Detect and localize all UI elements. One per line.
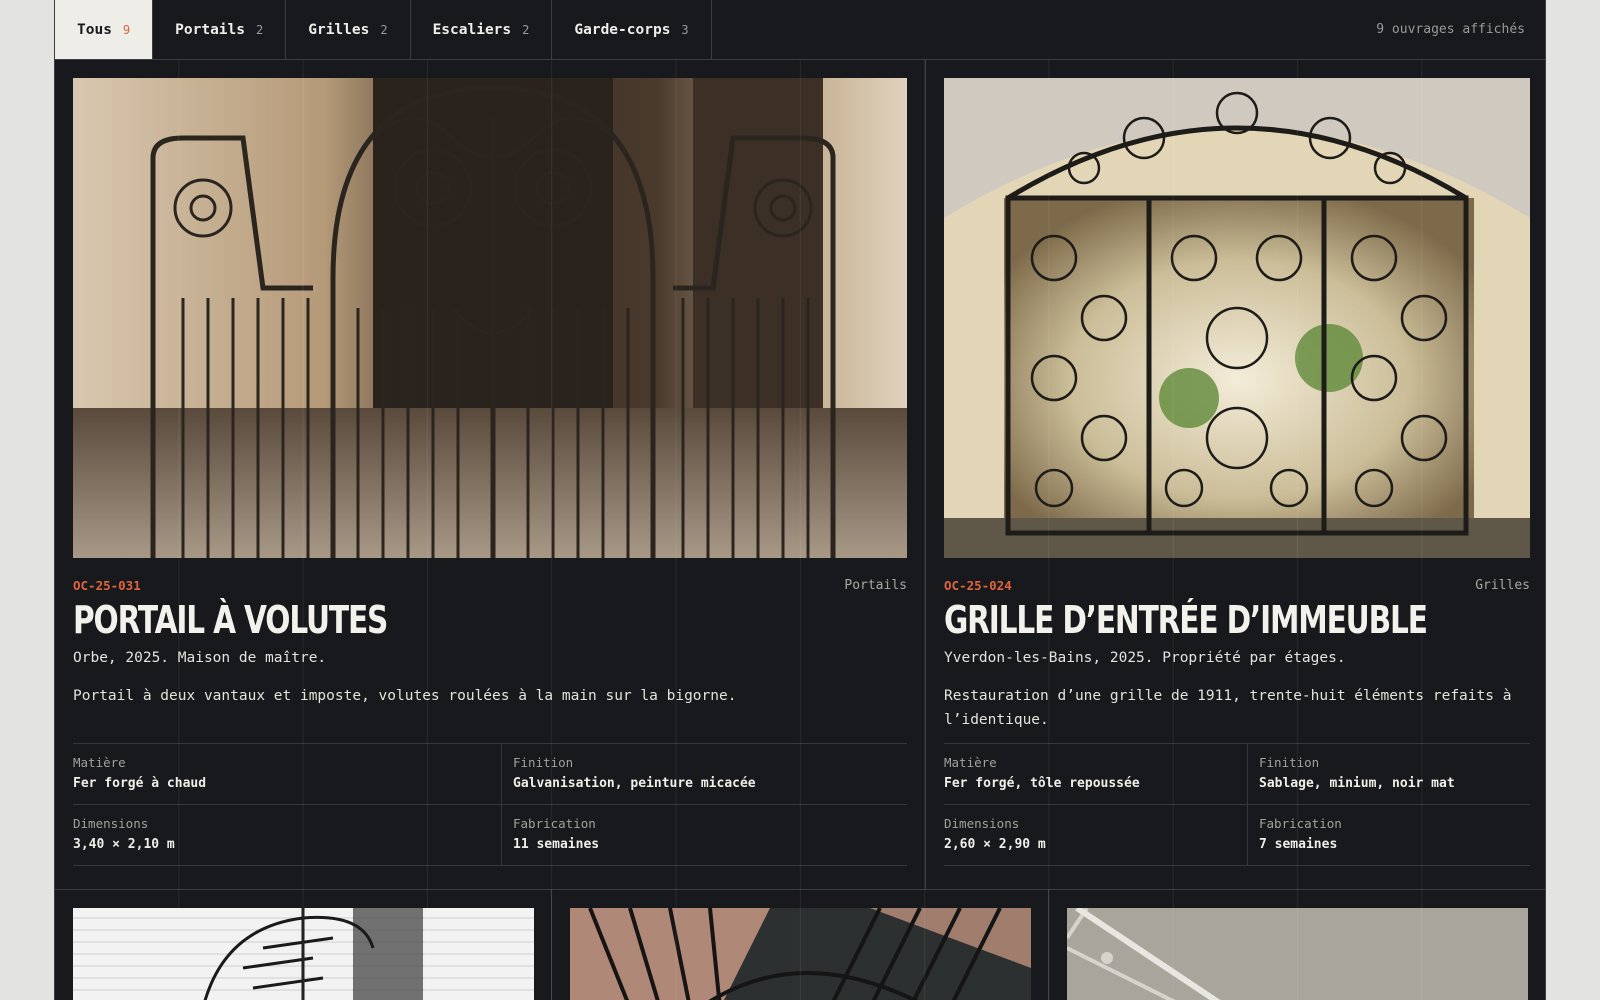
tab-count: 2 xyxy=(522,22,530,37)
tab-label: Grilles xyxy=(308,21,370,38)
spec-material: Matière Fer forgé à chaud xyxy=(73,744,501,805)
project-reference: OC-25-031 xyxy=(73,578,141,593)
project-reference: OC-25-024 xyxy=(944,578,1012,593)
project-category: Portails xyxy=(844,578,907,593)
project-card[interactable]: OC-25-031 Portails PORTAIL À VOLUTES Orb… xyxy=(55,60,926,890)
project-location: Yverdon-les-Bains, 2025. Propriété par é… xyxy=(944,650,1346,666)
spec-finish: Finition Galvanisation, peinture micacée xyxy=(501,744,907,805)
tab-count: 9 xyxy=(122,22,131,37)
project-description: Portail à deux vantaux et imposte, volut… xyxy=(73,688,737,704)
tab-label: Garde-corps xyxy=(574,21,671,38)
project-card[interactable] xyxy=(1049,890,1545,1000)
tab-garde-corps[interactable]: Garde-corps 3 xyxy=(552,0,712,59)
ornate-entrance-grille-photo[interactable] xyxy=(944,78,1530,558)
spec-value: Galvanisation, peinture micacée xyxy=(513,776,756,791)
project-card[interactable] xyxy=(552,890,1049,1000)
project-title: PORTAIL À VOLUTES xyxy=(73,598,388,642)
spec-value: Fer forgé, tôle repoussée xyxy=(944,776,1140,791)
tab-portails[interactable]: Portails 2 xyxy=(153,0,287,59)
spec-label: Fabrication xyxy=(1259,816,1342,831)
project-description: Restauration d’une grille de 1911, trent… xyxy=(944,688,1512,728)
tab-count: 3 xyxy=(681,22,689,37)
concrete-handrail-photo[interactable] xyxy=(1067,908,1528,1000)
gallery-frame: Tous 9 Portails 2 Grilles 2 Escaliers 2 … xyxy=(54,0,1546,1000)
tab-grilles[interactable]: Grilles 2 xyxy=(286,0,411,59)
tab-label: Escaliers xyxy=(432,21,512,38)
spiral-staircase-photo[interactable] xyxy=(73,908,534,1000)
curved-railing-photo[interactable] xyxy=(570,908,1031,1000)
tab-escaliers[interactable]: Escaliers 2 xyxy=(411,0,553,59)
wrought-iron-gate-photo[interactable] xyxy=(73,78,907,558)
spec-dimensions: Dimensions 2,60 × 2,90 m xyxy=(944,805,1247,866)
spec-fabrication: Fabrication 11 semaines xyxy=(501,805,907,866)
project-specs: Matière Fer forgé, tôle repoussée Finiti… xyxy=(944,743,1530,866)
spec-value: Fer forgé à chaud xyxy=(73,776,207,791)
spec-finish: Finition Sablage, minium, noir mat xyxy=(1247,744,1530,805)
spec-material: Matière Fer forgé, tôle repoussée xyxy=(944,744,1247,805)
tab-label: Tous xyxy=(77,21,112,38)
tab-label: Portails xyxy=(175,21,245,38)
card-meta: OC-25-031 Portails xyxy=(73,578,907,593)
project-location: Orbe, 2025. Maison de maître. xyxy=(73,650,327,666)
tab-tous[interactable]: Tous 9 xyxy=(55,0,154,59)
tab-count: 2 xyxy=(256,22,264,37)
tab-count: 2 xyxy=(380,22,388,37)
spec-label: Dimensions xyxy=(73,816,149,831)
card-meta: OC-25-024 Grilles xyxy=(944,578,1530,593)
spec-label: Finition xyxy=(513,755,574,770)
spec-label: Matière xyxy=(73,755,126,770)
spec-dimensions: Dimensions 3,40 × 2,10 m xyxy=(73,805,501,866)
spec-label: Matière xyxy=(944,755,997,770)
project-card[interactable]: OC-25-024 Grilles GRILLE D’ENTRÉE D’IMME… xyxy=(926,60,1545,890)
project-title: GRILLE D’ENTRÉE D’IMMEUBLE xyxy=(944,598,1428,642)
spec-label: Finition xyxy=(1259,755,1320,770)
project-card[interactable] xyxy=(55,890,552,1000)
project-specs: Matière Fer forgé à chaud Finition Galva… xyxy=(73,743,907,866)
results-count: 9 ouvrages affichés xyxy=(1376,22,1525,37)
category-filter-bar: Tous 9 Portails 2 Grilles 2 Escaliers 2 … xyxy=(55,0,1545,60)
spec-value: Sablage, minium, noir mat xyxy=(1259,776,1455,791)
spec-label: Dimensions xyxy=(944,816,1020,831)
spec-value: 2,60 × 2,90 m xyxy=(944,837,1046,852)
spec-value: 7 semaines xyxy=(1259,837,1338,852)
spec-fabrication: Fabrication 7 semaines xyxy=(1247,805,1530,866)
spec-value: 11 semaines xyxy=(513,837,600,852)
project-category: Grilles xyxy=(1475,578,1530,593)
spec-value: 3,40 × 2,10 m xyxy=(73,837,175,852)
spec-label: Fabrication xyxy=(513,816,596,831)
